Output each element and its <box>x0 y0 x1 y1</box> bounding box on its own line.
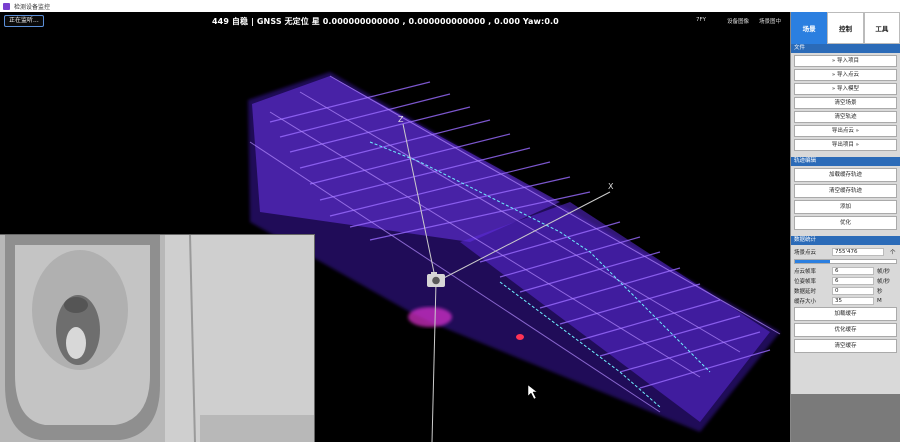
mouse-cursor <box>527 384 538 400</box>
file-section-header: 文件 <box>791 44 900 53</box>
panel-tabs: 场景 控制 工具 <box>791 12 900 44</box>
app-icon <box>3 2 10 10</box>
scene-points-value: 755'476 <box>832 247 884 256</box>
stat-label: 数据延时 <box>794 288 817 295</box>
axis-z-label: Z <box>398 115 404 124</box>
scene-points-label: 场景点云 <box>794 249 817 256</box>
clear-cache-button[interactable]: 清空缓存 <box>794 339 897 353</box>
import-model-button[interactable]: » 导入模型 <box>794 83 897 95</box>
scene-points-row: 场景点云 755'476 个 <box>794 246 897 257</box>
clear-scene-button[interactable]: 清空场景 <box>794 97 897 109</box>
stat-label: 点云帧率 <box>794 268 817 275</box>
track-section-header: 轨迹编辑 <box>791 157 900 166</box>
listening-status-button[interactable]: 正在监听... <box>4 15 44 27</box>
scene-view-toggle[interactable]: 场景图中 <box>759 17 781 25</box>
point-cloud-viewport[interactable]: Z X 正在监听... 449 自稳 | GNSS 无定位 星 0.000000… <box>0 12 790 442</box>
export-point-cloud-button[interactable]: 导出点云 » <box>794 125 897 137</box>
import-point-cloud-button[interactable]: » 导入点云 <box>794 69 897 81</box>
optimize-cache-button[interactable]: 优化缓存 <box>794 323 897 337</box>
camera-icon[interactable] <box>427 272 445 287</box>
stat-label: 缓存大小 <box>794 298 817 305</box>
import-project-button[interactable]: » 导入项目 <box>794 55 897 67</box>
load-progress-bar <box>794 259 897 264</box>
load-cache-button[interactable]: 加载缓存 <box>794 307 897 321</box>
device-image-toggle[interactable]: 设备图像 <box>727 17 749 25</box>
camera-feed-image <box>0 235 314 442</box>
file-section: » 导入项目 » 导入点云 » 导入模型 清空场景 清空轨迹 导出点云 » 导出… <box>791 55 900 151</box>
scene-points-unit: 个 <box>890 249 896 256</box>
stat-unit: 帧/秒 <box>877 268 890 275</box>
stat-value: 35 <box>832 296 874 305</box>
stat-unit: 秒 <box>877 288 883 295</box>
window-title: 检测设备监控 <box>14 3 51 11</box>
stat-row: 数据延时 0 秒 <box>794 286 897 295</box>
load-cached-track-button[interactable]: 加载缓存轨迹 <box>794 168 897 182</box>
clear-cached-track-button[interactable]: 清空缓存轨迹 <box>794 184 897 198</box>
fps-indicator: 7FY <box>696 17 707 23</box>
clear-trajectory-button[interactable]: 清空轨迹 <box>794 111 897 123</box>
stats-section-header: 数据统计 <box>791 236 900 245</box>
panel-footer <box>791 394 900 442</box>
tab-tools[interactable]: 工具 <box>863 12 900 44</box>
stat-value: 6 <box>832 266 874 275</box>
control-panel: 场景 控制 工具 文件 » 导入项目 » 导入点云 » 导入模型 清空场景 清空… <box>790 12 900 442</box>
title-bar: 检测设备监控 <box>0 0 900 12</box>
stat-unit: 帧/秒 <box>877 278 890 285</box>
gnss-status-line: 449 自稳 | GNSS 无定位 星 0.000000000000 , 0.0… <box>212 17 559 26</box>
axis-x-label: X <box>608 182 614 191</box>
export-project-button[interactable]: 导出项目 » <box>794 139 897 151</box>
stat-row: 点云帧率 6 帧/秒 <box>794 266 897 275</box>
load-progress-fill <box>795 260 831 263</box>
track-section: 加载缓存轨迹 清空缓存轨迹 添加 优化 <box>791 168 900 230</box>
stat-value: 0 <box>832 286 874 295</box>
stat-value: 6 <box>832 276 874 285</box>
camera-feed <box>0 234 315 442</box>
optimize-button[interactable]: 优化 <box>794 216 897 230</box>
tab-scene[interactable]: 场景 <box>791 12 828 44</box>
tab-control[interactable]: 控制 <box>827 12 864 44</box>
add-button[interactable]: 添加 <box>794 200 897 214</box>
stats-section: 场景点云 755'476 个 点云帧率 6 帧/秒 位姿帧率 6 帧/秒 数据延… <box>791 246 900 353</box>
stat-row: 缓存大小 35 M <box>794 296 897 305</box>
stat-unit: M <box>877 297 882 304</box>
point-cloud <box>248 72 781 432</box>
stat-row: 位姿帧率 6 帧/秒 <box>794 276 897 285</box>
stat-label: 位姿帧率 <box>794 278 817 285</box>
